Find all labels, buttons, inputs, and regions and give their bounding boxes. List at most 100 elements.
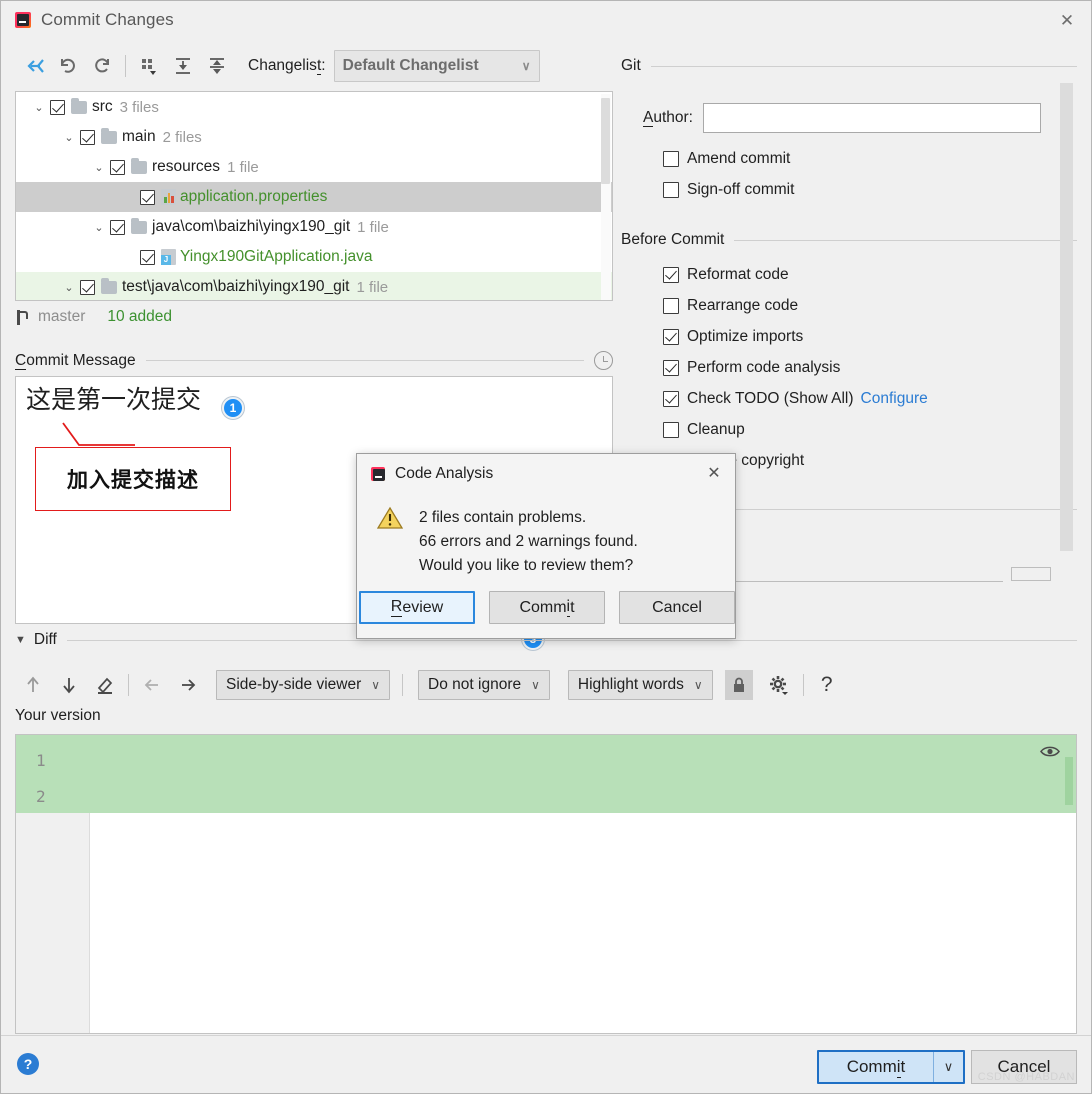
commit-button[interactable]: Comm i t [489,591,605,624]
tree-row[interactable]: ⌄ resources 1 file [16,152,612,182]
refresh-icon[interactable] [85,51,119,81]
next-difference-icon[interactable] [51,670,87,700]
intellij-icon [15,12,31,28]
checkbox-row-cleanup[interactable]: Cleanup [621,414,1077,445]
diff-added-block [16,735,1076,813]
annotation-callout-text: 加入提交描述 [67,468,199,492]
tree-row-checkbox[interactable] [110,219,125,235]
highlight-mode-dropdown[interactable]: Highlight words ∨ [567,670,713,700]
amend-commit-checkbox[interactable] [663,150,679,167]
tree-row-checkbox[interactable] [140,189,155,205]
tree-row-checkbox[interactable] [80,279,95,295]
help-icon[interactable]: ? [809,670,845,700]
commit-button[interactable]: Comm i t [819,1052,933,1082]
options-scrollbar-thumb[interactable] [1060,83,1073,551]
toolbar-divider [125,55,126,77]
warning-triangle-icon [376,506,404,530]
cancel-button[interactable]: Cancel [619,591,735,624]
changelist-value: Default Changelist [342,57,479,74]
commit-message-input[interactable]: 这是第一次提交 [16,377,612,424]
group-by-icon[interactable] [132,51,166,81]
chevron-down-icon[interactable]: ⌄ [88,161,110,174]
cleanup-checkbox[interactable] [663,421,679,438]
diff-viewer[interactable]: 1 2 [15,734,1077,1034]
checkbox-row-amend-commit[interactable]: Amend commit [621,143,1077,174]
help-icon[interactable]: ? [17,1053,39,1075]
annotation-badge-1: 1 [222,397,244,419]
previous-difference-icon[interactable] [15,670,51,700]
chevron-down-icon[interactable]: ⌄ [58,131,80,144]
tree-row[interactable]: application.properties [16,182,612,212]
dialog-footer: ? Comm i t ∨ Cancel CSDN @HABDAN [1,1035,1091,1093]
toolbar-divider [128,674,129,696]
checkbox-row-optimize-imports[interactable]: Optimize imports [621,321,1077,352]
commit-dropdown-arrow[interactable]: ∨ [933,1052,963,1082]
folder-icon [131,157,147,174]
tree-scrollbar-thumb[interactable] [601,98,610,184]
options-scrollbar[interactable] [1060,45,1075,555]
close-icon[interactable]: ✕ [1055,8,1079,32]
tree-row-count: 1 file [227,158,259,176]
commit-message-label: Commit Message [15,351,136,370]
git-branch-icon [15,309,30,326]
revert-icon[interactable] [51,51,85,81]
eye-icon[interactable] [1040,745,1060,758]
accept-right-icon[interactable] [170,670,206,700]
check-todo-checkbox[interactable] [663,390,679,407]
reformat-code-label: Reformat code [687,265,789,283]
perform-code-analysis-checkbox[interactable] [663,359,679,376]
before-commit-header: Before Commit [621,231,1077,249]
code-analysis-title-bar: Code Analysis ✕ [357,454,735,494]
show-diff-icon[interactable] [17,51,51,81]
checkbox-row-reformat-code[interactable]: Reformat code [621,259,1077,290]
rearrange-code-checkbox[interactable] [663,297,679,314]
tree-row-checkbox[interactable] [110,159,125,175]
chevron-down-icon[interactable]: ⌄ [88,221,110,234]
diff-minimap-marker [1065,757,1073,805]
tree-row-checkbox[interactable] [50,99,65,115]
cleanup-label: Cleanup [687,420,745,438]
code-analysis-line: 2 files contain problems. [419,509,587,526]
title-bar: Commit Changes ✕ [1,1,1091,39]
chevron-down-icon[interactable]: ⌄ [58,281,80,294]
close-icon[interactable]: ✕ [703,463,725,485]
changelist-label: Changelist: [248,57,326,75]
checkbox-row-check-todo[interactable]: Check TODO (Show All) Configure [621,383,1077,414]
tree-row[interactable]: ⌄ java\com\baizhi\yingx190_git 1 file [16,212,612,242]
expand-all-icon[interactable] [166,51,200,81]
changed-files-tree[interactable]: ⌄ src 3 files ⌄ main 2 files ⌄ resources 1 file a… [15,91,613,301]
tree-row[interactable]: ⌄ main 2 files [16,122,612,152]
gear-icon[interactable] [761,670,797,700]
reformat-code-checkbox[interactable] [663,266,679,283]
sign-off-commit-checkbox[interactable] [663,181,679,198]
ignore-mode-dropdown[interactable]: Do not ignore ∨ [418,670,550,700]
checkbox-row-sign-off-commit[interactable]: Sign-off commit [621,174,1077,205]
author-input[interactable] [702,103,1041,133]
watermark: CSDN @HABDAN [977,1071,1075,1083]
clock-icon[interactable] [594,351,613,370]
tree-row[interactable]: ⌄ test\java\com\baizhi\yingx190_git 1 file [16,272,612,300]
lock-icon[interactable] [724,670,753,700]
collapse-all-icon[interactable] [200,51,234,81]
edit-source-icon[interactable] [87,670,123,700]
optimize-imports-checkbox[interactable] [663,328,679,345]
accept-left-icon[interactable] [134,670,170,700]
review-button[interactable]: Review [359,591,475,624]
changelist-dropdown[interactable]: Default Changelist ∨ [333,50,540,82]
tree-scrollbar[interactable] [601,94,611,300]
tree-row-checkbox[interactable] [80,129,95,145]
tree-row[interactable]: ⌄ src 3 files [16,92,612,122]
checkbox-row-perform-code-analysis[interactable]: Perform code analysis [621,352,1077,383]
section-divider [145,360,584,361]
viewer-mode-dropdown[interactable]: Side-by-side viewer ∨ [216,670,391,700]
code-analysis-buttons: Review Comm i t Cancel [357,591,737,624]
upload-browse-button[interactable] [1011,567,1051,581]
tree-row-label: src [92,98,113,115]
code-analysis-body: 2 files contain problems. 66 errors and … [357,494,735,578]
tree-row[interactable]: Yingx190GitApplication.java [16,242,612,272]
chevron-down-icon[interactable]: ⌄ [28,101,50,114]
tree-row-checkbox[interactable] [140,249,155,265]
commit-split-button[interactable]: Comm i t ∨ [817,1050,965,1084]
configure-link[interactable]: Configure [861,390,928,408]
checkbox-row-rearrange-code[interactable]: Rearrange code [621,290,1077,321]
